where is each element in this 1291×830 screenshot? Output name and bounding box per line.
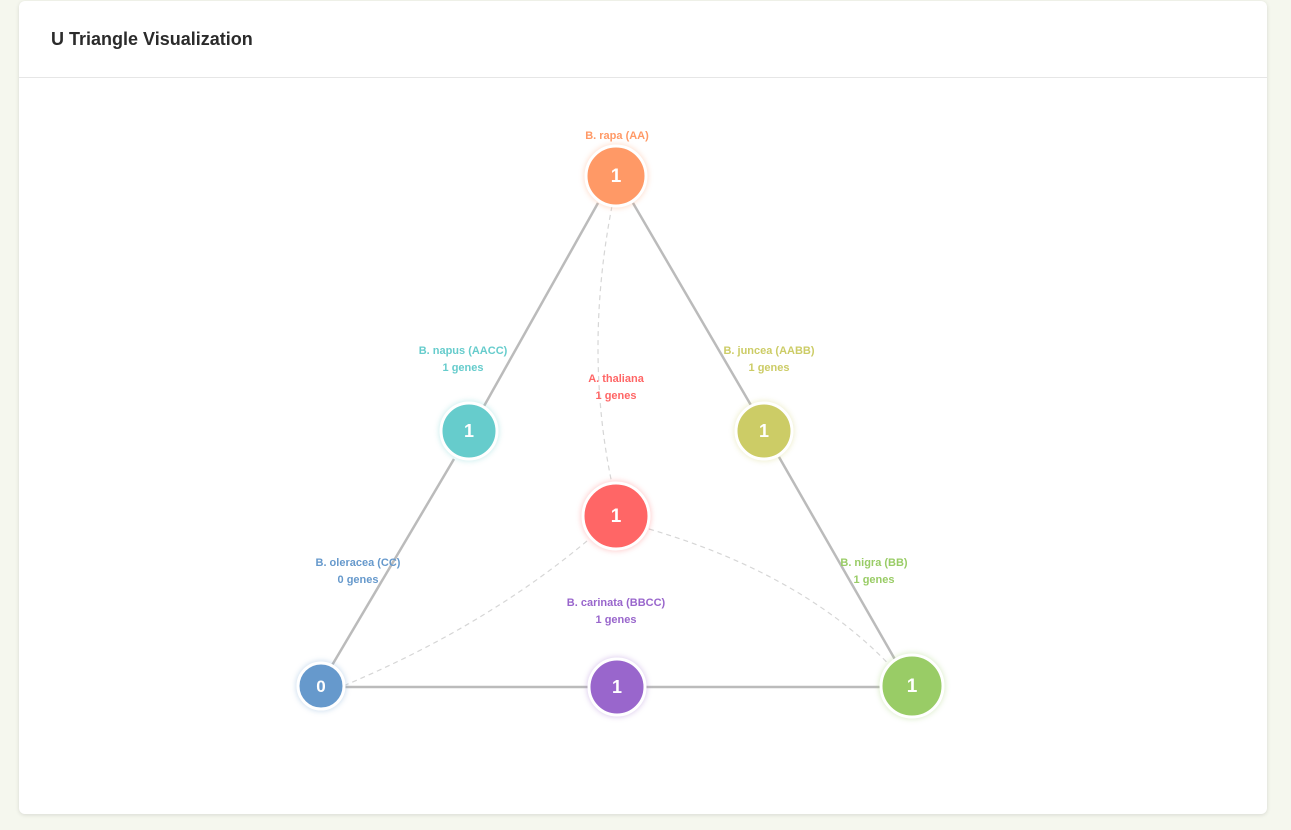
- link-thaliana-nigra: [648, 528, 898, 674]
- node-carinata[interactable]: 1: [587, 657, 647, 717]
- label-juncea-name: B. juncea (AABB): [723, 345, 814, 357]
- label-napus-count: 1 genes: [443, 362, 484, 374]
- node-nigra-value: 1: [907, 676, 918, 697]
- edge-rapa-juncea: [631, 202, 754, 408]
- node-napus[interactable]: 1: [439, 401, 499, 461]
- node-oleracea-value: 0: [316, 677, 325, 696]
- label-juncea-count: 1 genes: [749, 362, 790, 374]
- node-juncea[interactable]: 1: [734, 401, 794, 461]
- node-juncea-value: 1: [759, 421, 769, 441]
- label-rapa-name: B. rapa (AA): [585, 130, 649, 142]
- node-carinata-value: 1: [612, 677, 622, 697]
- label-thaliana-count: 1 genes: [596, 390, 637, 402]
- u-triangle-diagram: 1 1 1 1 0 1 1 B. rapa (AA) B. napus (AAC…: [296, 130, 945, 719]
- visualization-card: U Triangle Visualization 1 1 1 1 0 1 1 B…: [19, 1, 1267, 814]
- label-thaliana-name: A. thaliana: [588, 373, 645, 385]
- label-nigra-count: 1 genes: [854, 574, 895, 586]
- label-napus-name: B. napus (AACC): [419, 345, 508, 357]
- label-carinata-count: 1 genes: [596, 614, 637, 626]
- node-thaliana[interactable]: 1: [581, 481, 651, 551]
- link-rapa-thaliana: [597, 205, 613, 485]
- label-oleracea-name: B. oleracea (CC): [316, 557, 401, 569]
- node-rapa-value: 1: [611, 166, 622, 187]
- label-carinata-name: B. carinata (BBCC): [567, 597, 666, 609]
- node-rapa[interactable]: 1: [584, 144, 648, 208]
- node-nigra[interactable]: 1: [879, 653, 945, 719]
- node-napus-value: 1: [464, 421, 474, 441]
- label-oleracea-count: 0 genes: [338, 574, 379, 586]
- node-oleracea[interactable]: 0: [296, 661, 346, 711]
- node-thaliana-value: 1: [611, 506, 622, 527]
- label-nigra-name: B. nigra (BB): [840, 557, 908, 569]
